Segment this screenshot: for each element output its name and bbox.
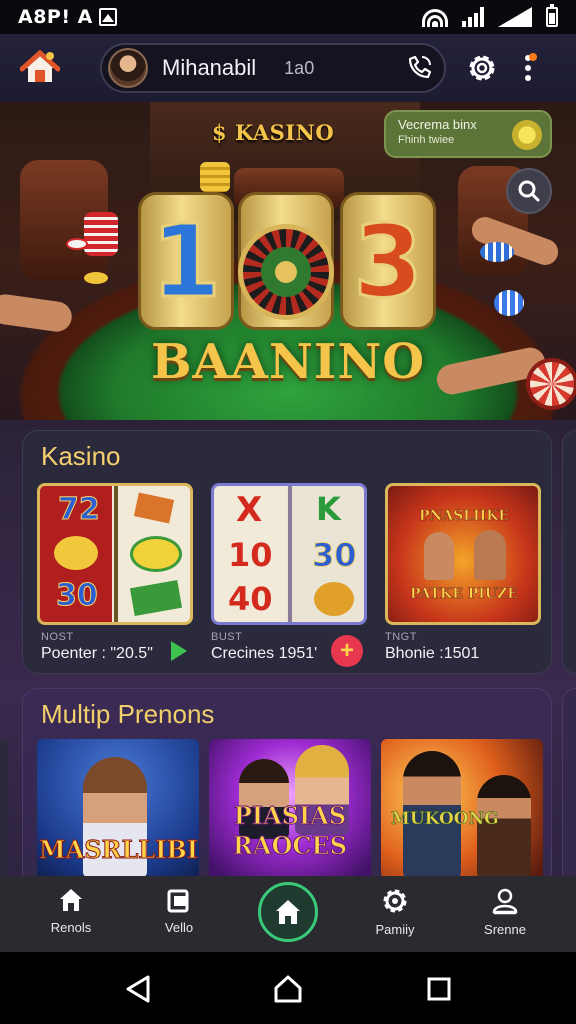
card3-title: PNASLIIKE (418, 508, 510, 525)
status-carrier: A8P! A (18, 6, 117, 28)
kasino-section-title: Kasino (41, 441, 121, 471)
wifi-icon (422, 7, 448, 27)
home-logo-icon[interactable] (20, 48, 60, 88)
promo-title: PIASIAS RAOCES (232, 801, 348, 861)
card-symbol: 72 (58, 492, 101, 528)
game-tag: BUST (211, 631, 243, 643)
nav-label: Pamiiy (375, 922, 415, 937)
card-symbol: 30 (312, 536, 358, 575)
next-section-peek[interactable] (562, 430, 576, 674)
card-symbol: 30 (56, 578, 99, 614)
system-navigation-bar (0, 952, 576, 1024)
emerald-symbol-icon (129, 580, 183, 616)
chip-stack (200, 162, 230, 192)
hero-title: BAANINO (150, 334, 426, 390)
search-button[interactable] (506, 168, 552, 214)
user-profile-pill[interactable]: Mihanabil 1a0 (100, 43, 446, 93)
user-icon (492, 888, 518, 915)
game-tag: TNGT (385, 631, 417, 643)
diamond-symbol-icon (133, 492, 175, 524)
battery-icon (546, 4, 558, 27)
game-card-3[interactable]: PNASLIIKE PATKE PIUZE (385, 483, 541, 625)
slot-reel-right: 3 (340, 192, 436, 330)
back-icon[interactable] (124, 974, 152, 1004)
app-header: Mihanabil 1a0 (0, 34, 576, 102)
roulette-wheel-icon (238, 224, 334, 320)
chip (84, 272, 108, 284)
recents-icon[interactable] (426, 976, 452, 1002)
card3-subtitle: PATKE PIUZE (410, 586, 518, 603)
chip-stack (494, 290, 524, 316)
kasino-section: Kasino 72 30 X 10 40 K 30 PNASLIIKE PATK… (22, 430, 552, 674)
phone-icon[interactable] (404, 53, 434, 83)
player-arm-left (0, 292, 74, 334)
character-figure (474, 530, 506, 580)
cellular-icon (498, 7, 532, 27)
multi-section: Multip Prenons MASRLLIBI PIASIAS RAOCES … (22, 688, 552, 888)
coin-symbol-icon (314, 582, 354, 616)
reel-divider (288, 486, 292, 622)
card-symbol: K (316, 490, 341, 528)
chip-stack (84, 212, 118, 256)
hero-kasino-text: KASINO (234, 120, 335, 145)
slot-reel-left: 1 (138, 192, 234, 330)
more-menu-icon[interactable] (518, 51, 538, 85)
game-tag: NOST (41, 631, 74, 643)
game-label: Bhonie :1501 (385, 645, 480, 662)
welcome-bonus-card[interactable]: Vecrema binx Fhinh twiee (384, 110, 552, 158)
search-icon (518, 180, 540, 202)
next-section-peek[interactable] (562, 688, 576, 888)
hero-kasino-label: $ KASINO (212, 120, 335, 145)
status-bar: A8P! A (0, 0, 576, 34)
reel-divider (114, 486, 118, 622)
notification-icon (98, 8, 117, 26)
character-figure (424, 532, 454, 580)
nav-item-settings[interactable]: Pamiiy (350, 886, 440, 937)
nav-label: Srenne (484, 922, 526, 937)
gold-bar-symbol-icon (130, 536, 182, 572)
carrier-text: A8P! A (18, 6, 93, 28)
nav-item-home[interactable]: Renols (26, 886, 116, 935)
chip (66, 238, 88, 250)
nav-item-wallet[interactable]: Vello (134, 886, 224, 935)
nav-center-home-button[interactable] (258, 882, 318, 942)
add-button[interactable]: + (331, 635, 363, 667)
promo-card-3[interactable]: MUKOONG (381, 739, 543, 879)
settings-gear-icon[interactable] (464, 50, 500, 86)
home-icon (276, 900, 300, 924)
username: Mihanabil (162, 55, 257, 80)
prev-section-peek (0, 740, 8, 876)
nav-label: Renols (50, 920, 92, 935)
card-symbol: X (236, 490, 263, 530)
lemon-symbol-icon (54, 536, 98, 570)
avatar[interactable] (108, 48, 148, 88)
promo-card-1[interactable]: MASRLLIBI (37, 739, 199, 879)
home-nav-icon[interactable] (272, 974, 304, 1004)
nav-label: Vello (164, 920, 194, 935)
play-icon[interactable] (171, 641, 187, 661)
multi-section-title: Multip Prenons (41, 699, 215, 729)
promo-title: MASRLLIBI (39, 835, 199, 865)
game-card-2[interactable]: X 10 40 K 30 (211, 483, 367, 625)
game-label: Poenter : "20.5" (41, 645, 153, 662)
promo-title: MUKOONG (391, 809, 499, 830)
signal-icon (462, 7, 484, 27)
game-label: Crecines 1951' (211, 645, 318, 662)
coin-icon (512, 120, 542, 150)
game-card-1[interactable]: 72 30 (37, 483, 193, 625)
home-icon (60, 889, 82, 911)
gear-icon (383, 889, 407, 913)
card-symbol: 10 (228, 536, 273, 574)
wallet-icon (167, 889, 189, 913)
nav-item-profile[interactable]: Srenne (460, 886, 550, 937)
card-symbol: 40 (228, 580, 273, 618)
user-score: 1a0 (284, 57, 315, 78)
chip-stack (480, 242, 514, 262)
promo-card-2[interactable]: PIASIAS RAOCES (209, 739, 371, 879)
bottom-navigation: Renols Vello Pamiiy Srenne (0, 876, 576, 952)
